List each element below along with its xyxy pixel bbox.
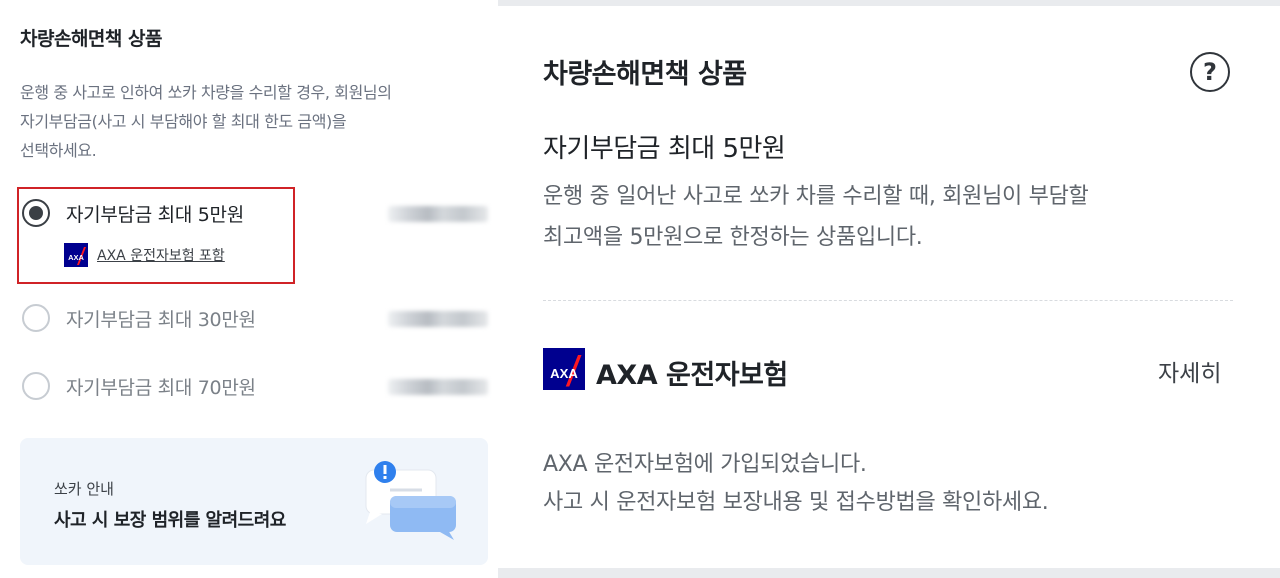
description-line: 자기부담금(사고 시 부담해야 할 최대 한도 금액)을	[20, 112, 347, 131]
panel-description: 운행 중 사고로 인하여 쏘카 차량을 수리할 경우, 회원님의 자기부담금(사…	[20, 78, 480, 165]
guide-title: 사고 시 보장 범위를 알려드려요	[54, 510, 286, 531]
radio-selected-icon[interactable]	[22, 199, 50, 227]
axa-link-label[interactable]: AXA 운전자보험 포함	[97, 245, 225, 265]
chat-bubbles-icon	[365, 461, 456, 540]
options-panel: 차량손해면책 상품 운행 중 사고로 인하여 쏘카 차량을 수리할 경우, 회원…	[0, 0, 498, 578]
detail-description: 운행 중 일어난 사고로 쏘카 차를 수리할 때, 회원님이 부담할 최고액을 …	[543, 176, 1089, 258]
description-line: 운행 중 일어난 사고로 쏘카 차를 수리할 때, 회원님이 부담할	[543, 184, 1089, 209]
svg-text:AXA: AXA	[550, 366, 578, 381]
question-circle-icon[interactable]: ?	[1190, 52, 1230, 92]
description-line: 운행 중 사고로 인하여 쏘카 차량을 수리할 경우, 회원님의	[20, 83, 392, 102]
detail-panel: 차량손해면책 상품 ? 자기부담금 최대 5만원 운행 중 일어난 사고로 쏘카…	[498, 6, 1280, 568]
blurred-price	[388, 311, 488, 327]
axa-logo-icon: AXA	[64, 243, 88, 267]
radio-unselected-icon[interactable]	[22, 372, 50, 400]
socar-guide-card[interactable]: 쏘카 안내 사고 시 보장 범위를 알려드려요	[20, 438, 488, 565]
divider	[543, 300, 1233, 301]
axa-insurance-title: AXA 운전자보험	[596, 360, 788, 391]
blurred-price	[388, 206, 488, 222]
description-line: 선택하세요.	[20, 141, 97, 160]
option-label: 자기부담금 최대 30만원	[66, 309, 256, 331]
option-label: 자기부담금 최대 70만원	[66, 377, 256, 399]
option-70man[interactable]: 자기부담금 최대 70만원	[20, 369, 490, 409]
description-line: 사고 시 운전자보험 보장내용 및 접수방법을 확인하세요.	[543, 490, 1049, 515]
page: 차량손해면책 상품 운행 중 사고로 인하여 쏘카 차량을 수리할 경우, 회원…	[0, 0, 1280, 578]
description-line: 최고액을 5만원으로 한정하는 상품입니다.	[543, 225, 923, 250]
description-line: AXA 운전자보험에 가입되었습니다.	[543, 452, 867, 477]
blurred-price	[388, 379, 488, 395]
detail-title: 차량손해면책 상품	[543, 59, 747, 90]
guide-subtitle: 쏘카 안내	[54, 480, 114, 498]
axa-logo-icon: AXA	[543, 348, 585, 390]
detail-heading: 자기부담금 최대 5만원	[543, 134, 786, 164]
svg-text:AXA: AXA	[68, 253, 84, 262]
axa-description: AXA 운전자보험에 가입되었습니다. 사고 시 운전자보험 보장내용 및 접수…	[543, 446, 1049, 522]
option-label: 자기부담금 최대 5만원	[66, 204, 244, 226]
radio-unselected-icon[interactable]	[22, 304, 50, 332]
panel-title: 차량손해면책 상품	[20, 28, 162, 50]
details-link[interactable]: 자세히	[1158, 354, 1221, 388]
option-30man[interactable]: 자기부담금 최대 30만원	[20, 301, 490, 341]
option-5man[interactable]: 자기부담금 최대 5만원	[20, 196, 490, 236]
